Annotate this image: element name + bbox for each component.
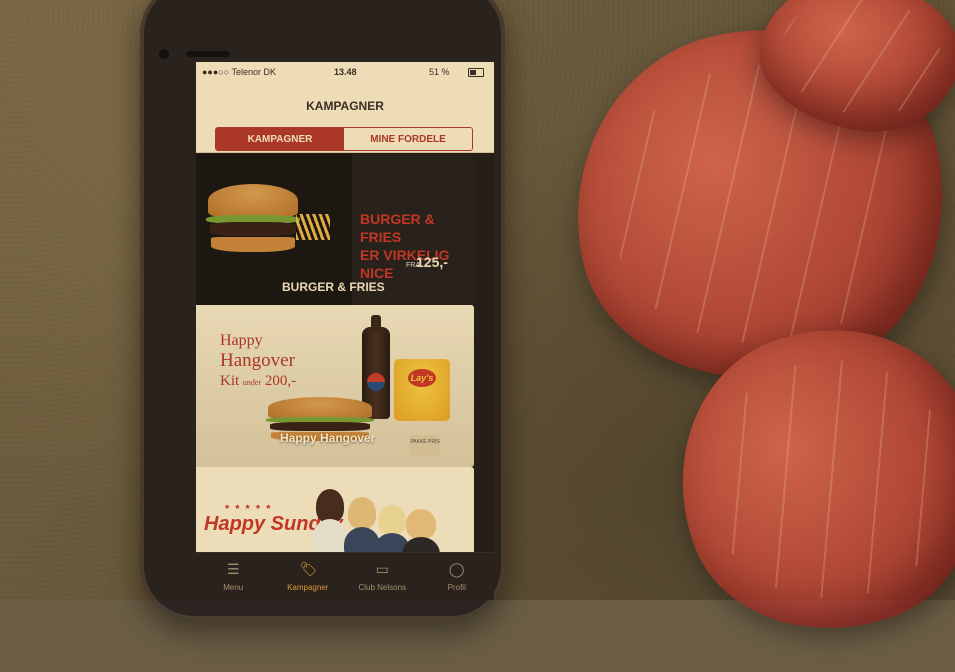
header: KAMPAGNER KAMPAGNER MINE FORDELE [196,82,494,153]
tab-mine-fordele[interactable]: MINE FORDELE [344,128,472,150]
tab-bar: ☰ Menu 🏷 Kampagner ▭ Club Nelsons ◯ Prof… [196,552,494,600]
tab-label: Kampagner [287,583,329,592]
tab-kampagner[interactable]: KAMPAGNER [216,128,344,150]
person-image [316,489,344,523]
person-image [348,497,376,529]
promo-label: BURGER & FRIES [282,280,385,294]
tab-profil[interactable]: ◯ Profil [420,553,495,600]
burger-image [206,184,300,258]
tab-label: Menu [223,583,244,592]
status-bar: ●●●○○ Telenor DK 13.48 51 % [196,62,494,82]
lays-logo: Lay's [408,369,436,387]
tab-menu[interactable]: ☰ Menu [196,553,271,600]
stars-decoration: ★★★★★ [224,504,276,511]
phone-speaker [186,51,230,57]
battery-icon [468,68,484,77]
tab-club-nelsons[interactable]: ▭ Club Nelsons [345,553,420,600]
phone-camera [159,49,169,59]
tab-kampagner-bottom[interactable]: 🏷 Kampagner [271,553,346,600]
promo-card-happy-hangover[interactable]: Happy Hangover Kit under 200,- Lay's PAK… [196,305,474,467]
price-tag-icon: PAKKE PRIS [410,435,440,457]
promo-label: Happy Hangover [280,431,376,445]
promo-headline: BURGER & FRIES ER VIRKELIG NICE [360,211,450,281]
tab-label: Profil [447,583,466,592]
menu-icon: ☰ [226,561,240,577]
promo-card-burger-fries[interactable]: BURGER & FRIES ER VIRKELIG NICE FRA 125,… [196,154,474,316]
tab-label: Club Nelsons [358,583,407,592]
status-time: 13.48 [334,67,357,77]
promo-price: 125,- [416,254,448,270]
phone-screen: ●●●○○ Telenor DK 13.48 51 % KAMPAGNER KA… [196,62,494,600]
card-icon: ▭ [375,561,389,577]
chips-bag-image: Lay's [394,359,450,421]
fries-image [296,214,330,240]
profile-icon: ◯ [448,561,465,577]
tag-icon: 🏷 [299,561,318,577]
segmented-control: KAMPAGNER MINE FORDELE [215,127,473,151]
hangover-title: Happy Hangover Kit under 200,- [220,332,297,389]
battery-percent: 51 % [429,67,450,77]
pepsi-logo-icon [367,373,385,391]
carrier-text: ●●●○○ Telenor DK [202,67,277,77]
person-image [406,509,436,539]
headline-word: NICE [360,265,394,281]
person-image [378,505,406,535]
page-title: KAMPAGNER [306,99,384,113]
